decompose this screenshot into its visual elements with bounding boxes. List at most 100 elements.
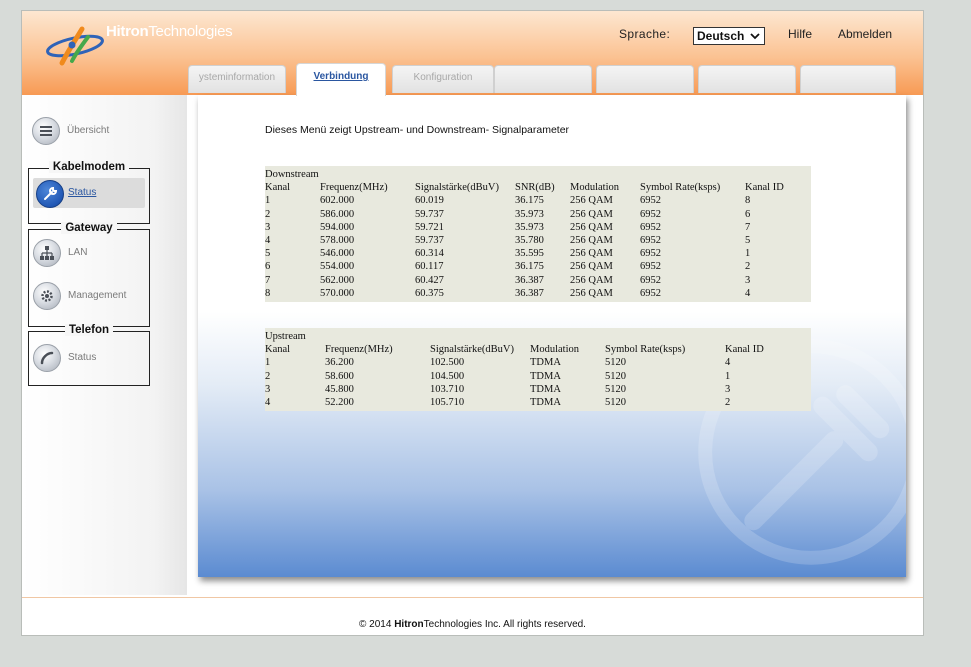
table-cell: 60.117 (415, 261, 444, 273)
column-header: Frequenz(MHz) (325, 344, 393, 356)
table-row: 1 602.000 60.019 36.175 256 QAM 6952 8 (265, 194, 811, 207)
column-header: Symbol Rate(ksps) (640, 182, 721, 194)
table-cell: 6 (265, 261, 271, 273)
table-cell: 6952 (640, 195, 661, 207)
table-cell: 4 (265, 234, 271, 246)
upstream-header-row: Kanal Frequenz(MHz) Signalstärke(dBuV) Modu… (265, 343, 811, 356)
copyright-text: © 2014 HitronTechnologies Inc. All right… (22, 619, 923, 630)
table-cell: 256 QAM (570, 234, 613, 246)
table-cell: 4 (725, 357, 731, 369)
table-cell: 5120 (605, 357, 626, 369)
table-row: 8 570.000 60.375 36.387 256 QAM 6952 4 (265, 287, 811, 300)
table-cell: 5120 (605, 370, 626, 382)
sidebar-item-label: Status (68, 187, 97, 198)
table-cell: 35.973 (515, 208, 544, 220)
table-cell: 5120 (605, 396, 626, 408)
group-title-kabelmodem: Kabelmodem (48, 161, 130, 173)
table-cell: 105.710 (430, 396, 465, 408)
table-cell: 8 (745, 195, 751, 207)
table-row: 5 546.000 60.314 35.595 256 QAM 6952 1 (265, 247, 811, 260)
table-cell: 562.000 (320, 274, 355, 286)
tab-systeminformation[interactable]: ysteminformation (188, 65, 286, 93)
table-cell: 103.710 (430, 383, 465, 395)
downstream-table: Downstream Kanal Frequenz(MHz) Signalstärk… (265, 166, 811, 302)
table-cell: 36.200 (325, 357, 354, 369)
sidebar-item-kabelmodem-status[interactable]: Status (33, 178, 145, 208)
group-title-telefon: Telefon (64, 324, 114, 336)
table-cell: TDMA (530, 357, 561, 369)
logout-link[interactable]: Abmelden (838, 27, 892, 41)
group-kabelmodem: Kabelmodem Status (28, 161, 150, 224)
table-cell: 3 (745, 274, 751, 286)
help-link[interactable]: Hilfe (788, 27, 812, 41)
table-cell: 35.973 (515, 221, 544, 233)
table-cell: 2 (725, 396, 731, 408)
table-cell: 3 (725, 383, 731, 395)
column-header: Modulation (530, 344, 579, 356)
table-cell: 45.800 (325, 383, 354, 395)
footer-brand-light: Technologies (423, 619, 483, 630)
column-header: Signalstärke(dBuV) (415, 182, 499, 194)
table-row: 2 586.000 59.737 35.973 256 QAM 6952 6 (265, 208, 811, 221)
table-cell: 4 (265, 396, 271, 408)
language-select[interactable]: Deutsch (693, 27, 765, 45)
phone-icon (33, 344, 61, 372)
column-header: Frequenz(MHz) (320, 182, 388, 194)
intro-text: Dieses Menü zeigt Upstream- und Downstre… (265, 124, 570, 136)
table-cell: 36.387 (515, 287, 544, 299)
table-cell: 578.000 (320, 234, 355, 246)
sidebar-item-uebersicht[interactable]: Übersicht (32, 117, 157, 147)
table-row: 4 52.200 105.710 TDMA 5120 2 (265, 396, 811, 409)
table-cell: 59.721 (415, 221, 444, 233)
table-cell: 3 (265, 221, 271, 233)
table-cell: 6952 (640, 248, 661, 260)
tab-verbindung[interactable]: Verbindung (296, 63, 386, 96)
table-row: 7 562.000 60.427 36.387 256 QAM 6952 3 (265, 274, 811, 287)
table-cell: 6952 (640, 261, 661, 273)
sidebar-item-label: LAN (68, 247, 88, 258)
upstream-caption: Upstream (265, 331, 306, 342)
table-row: 3 45.800 103.710 TDMA 5120 3 (265, 383, 811, 396)
table-cell: 52.200 (325, 396, 354, 408)
upstream-table: Upstream Kanal Frequenz(MHz) Signalstärke(… (265, 328, 811, 412)
tab-empty-2[interactable] (596, 65, 694, 93)
column-header: Kanal (265, 344, 291, 356)
column-header: Symbol Rate(ksps) (605, 344, 686, 356)
table-cell: 102.500 (430, 357, 465, 369)
table-row: 2 58.600 104.500 TDMA 5120 1 (265, 370, 811, 383)
table-cell: 104.500 (430, 370, 465, 382)
table-cell: 36.387 (515, 274, 544, 286)
column-header: Modulation (570, 182, 619, 194)
tab-empty-4[interactable] (800, 65, 896, 93)
downstream-caption: Downstream (265, 169, 319, 180)
sidebar-item-label: Status (68, 352, 97, 363)
table-cell: 2 (265, 208, 271, 220)
table-cell: 256 QAM (570, 208, 613, 220)
table-cell: 256 QAM (570, 274, 613, 286)
list-icon (32, 117, 60, 145)
table-row: 1 36.200 102.500 TDMA 5120 4 (265, 356, 811, 369)
brand-name: HitronTechnologies (106, 23, 233, 40)
footer-divider (22, 597, 923, 598)
tab-konfiguration[interactable]: Konfiguration (392, 65, 494, 93)
sidebar-item-telefon-status[interactable]: Status (33, 344, 158, 374)
table-cell: 59.737 (415, 208, 444, 220)
tab-empty-3[interactable] (698, 65, 796, 93)
table-cell: 5 (265, 248, 271, 260)
table-cell: 36.175 (515, 261, 544, 273)
footer-brand-bold: Hitron (394, 619, 424, 630)
table-cell: 256 QAM (570, 287, 613, 299)
table-cell: 60.314 (415, 248, 444, 260)
group-gateway: Gateway LAN Management (28, 222, 150, 327)
language-selected-value: Deutsch (697, 29, 745, 43)
network-icon (33, 239, 61, 267)
tab-empty-1[interactable] (494, 65, 592, 93)
table-cell: 58.600 (325, 370, 354, 382)
table-cell: 6952 (640, 208, 661, 220)
sidebar-item-management[interactable]: Management (33, 282, 158, 312)
sidebar-item-lan[interactable]: LAN (33, 239, 158, 269)
table-cell: 60.375 (415, 287, 444, 299)
language-label: Sprache: (619, 27, 671, 41)
group-title-gateway: Gateway (61, 222, 117, 234)
table-cell: 6952 (640, 221, 661, 233)
